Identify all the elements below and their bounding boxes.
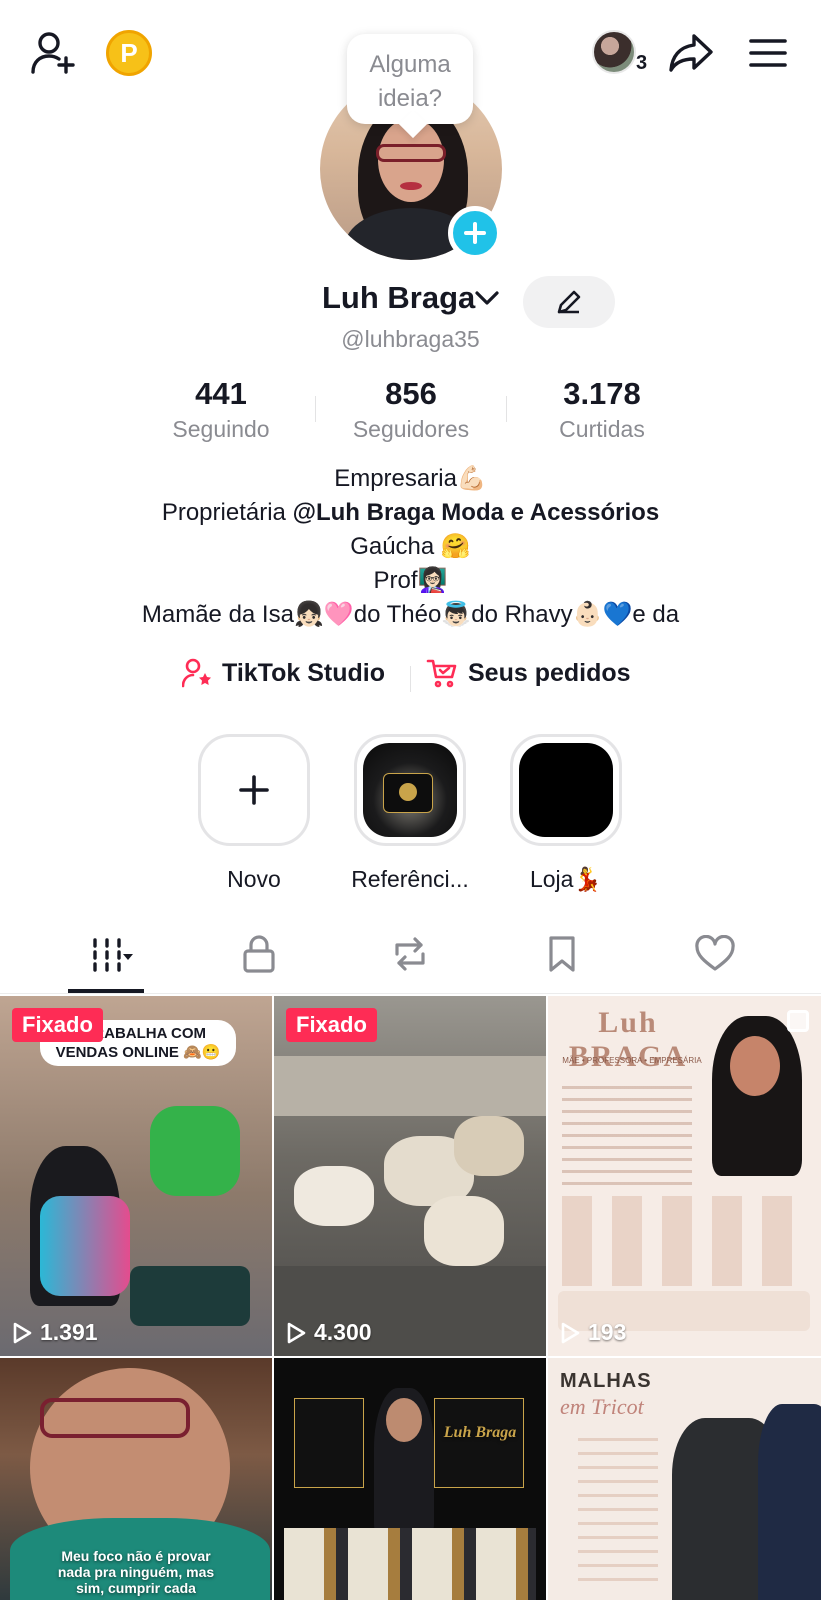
hamburger-menu-icon (749, 39, 787, 67)
bio-line: Gaúcha 🤗 (350, 533, 471, 560)
friends-count: 3 (636, 52, 648, 74)
stat-value: 441 (195, 376, 247, 411)
grid-icon (93, 938, 133, 972)
video-grid: E TRABALHA COM VENDAS ONLINE 🙈😬 Fixado 1… (0, 996, 821, 1600)
repost-icon (395, 937, 425, 971)
profile-handle: @luhbraga35 (341, 326, 480, 352)
creator-star-icon (182, 658, 211, 688)
video-caption: Meu foco não é provar nada pra ninguém, … (57, 1548, 215, 1596)
bio-text: Proprietária (161, 499, 293, 526)
pencil-icon (557, 290, 581, 314)
view-count-value: 1.391 (40, 1319, 98, 1345)
orders-link[interactable]: Seus pedidos (426, 658, 631, 688)
play-icon (287, 1322, 306, 1343)
menu-button[interactable] (746, 32, 790, 74)
tooltip-line2: ideia? (377, 85, 443, 112)
tab-private[interactable] (224, 932, 294, 976)
profile-stats: 441 Seguindo 856 Seguidores 3.178 Curtid… (0, 374, 821, 446)
chevron-down-icon[interactable] (474, 288, 500, 308)
tiktok-studio-link[interactable]: TikTok Studio (182, 658, 385, 688)
pinned-badge: Fixado (12, 1008, 103, 1042)
add-story-button[interactable] (448, 206, 502, 260)
tile-title: MALHAS (560, 1370, 652, 1392)
edit-profile-button[interactable] (523, 276, 615, 328)
coin-button[interactable]: P (106, 30, 152, 76)
video-tile[interactable]: Luh BRAGA MÃE • PROFESSORA • EMPRESÁRIA … (548, 996, 821, 1356)
tile-subtitle: MÃE • PROFESSORA • EMPRESÁRIA (562, 1056, 702, 1065)
lock-icon (243, 935, 275, 973)
stat-label: Curtidas (559, 416, 645, 442)
active-tab-indicator (68, 989, 144, 993)
highlight-cover (198, 734, 310, 846)
view-count-value: 193 (588, 1319, 627, 1345)
add-friend-button[interactable] (28, 28, 80, 78)
bio-line: Empresaria💪🏻 (334, 465, 487, 492)
video-tile[interactable]: Meu foco não é provar nada pra ninguém, … (0, 1358, 272, 1600)
cart-icon (426, 659, 457, 688)
stat-label: Seguindo (172, 416, 270, 442)
highlight-label: Novo (227, 866, 281, 892)
profile-bio[interactable]: Empresaria💪🏻 Proprietária @Luh Braga Mod… (0, 462, 821, 632)
play-icon (13, 1322, 32, 1343)
highlight-referencias[interactable]: Referênci... (335, 734, 485, 893)
highlight-label: Loja💃 (529, 866, 603, 892)
stat-following[interactable]: 441 Seguindo (126, 374, 316, 444)
share-button[interactable] (666, 28, 716, 78)
idea-tooltip[interactable]: Alguma ideia? (347, 34, 473, 124)
tile-subtitle: em Tricot (560, 1394, 644, 1419)
view-count-value: 4.300 (314, 1319, 372, 1345)
person-plus-icon (31, 32, 75, 74)
stat-likes[interactable]: 3.178 Curtidas (507, 374, 697, 444)
highlight-new[interactable]: Novo (179, 734, 329, 893)
play-icon (561, 1322, 580, 1343)
tooltip-line1: Alguma (369, 51, 451, 78)
bio-line: Proprietária @Luh Braga Moda e Acessório… (0, 496, 821, 530)
view-count: 193 (560, 1319, 626, 1346)
stat-value: 3.178 (563, 376, 641, 411)
share-arrow-icon (669, 34, 713, 72)
friends-avatar[interactable] (592, 30, 636, 74)
view-count: 4.300 (286, 1319, 372, 1346)
link-label: Seus pedidos (468, 658, 631, 687)
highlight-loja[interactable]: Loja💃 (491, 734, 641, 893)
content-tabs (0, 916, 821, 994)
tab-liked[interactable] (680, 932, 750, 976)
tab-reposts[interactable] (375, 932, 445, 976)
bio-line: Mamãe da Isa👧🏻🩷do Théo👼🏻do Rhavy👶🏻💙e da (141, 601, 680, 628)
divider (410, 666, 411, 692)
profile-links: TikTok Studio Seus pedidos (0, 658, 821, 700)
name-row: Luh Braga (0, 276, 821, 328)
stat-value: 856 (385, 376, 437, 411)
stat-followers[interactable]: 856 Seguidores (316, 374, 506, 444)
view-count: 1.391 (12, 1319, 98, 1346)
highlights-row: Novo Referênci... Loja💃 (0, 734, 821, 894)
heart-icon (695, 935, 735, 971)
highlight-cover (510, 734, 622, 846)
video-tile[interactable]: Luh Braga (274, 1358, 546, 1600)
video-tile[interactable]: Fixado 4.300 (274, 996, 546, 1356)
video-tile[interactable]: MALHAS em Tricot (548, 1358, 821, 1600)
plus-icon (239, 775, 269, 805)
video-tile[interactable]: E TRABALHA COM VENDAS ONLINE 🙈😬 Fixado 1… (0, 996, 272, 1356)
highlight-label: Referênci... (351, 866, 469, 892)
stat-label: Seguidores (352, 416, 470, 442)
coin-label: P (120, 37, 138, 68)
video-caption: Luh Braga (443, 1424, 517, 1441)
plus-icon (464, 222, 486, 244)
bookmark-icon (549, 936, 575, 972)
bio-mention[interactable]: @Luh Braga Moda e Acessórios (293, 499, 660, 526)
multi-photo-icon (787, 1010, 809, 1032)
pinned-badge: Fixado (286, 1008, 377, 1042)
highlight-cover (354, 734, 466, 846)
profile-name[interactable]: Luh Braga (322, 280, 475, 316)
bio-line: Prof👩🏻‍🏫 (373, 567, 448, 594)
tab-videos[interactable] (72, 932, 142, 976)
link-label: TikTok Studio (222, 658, 385, 687)
tab-favorites[interactable] (527, 932, 597, 976)
